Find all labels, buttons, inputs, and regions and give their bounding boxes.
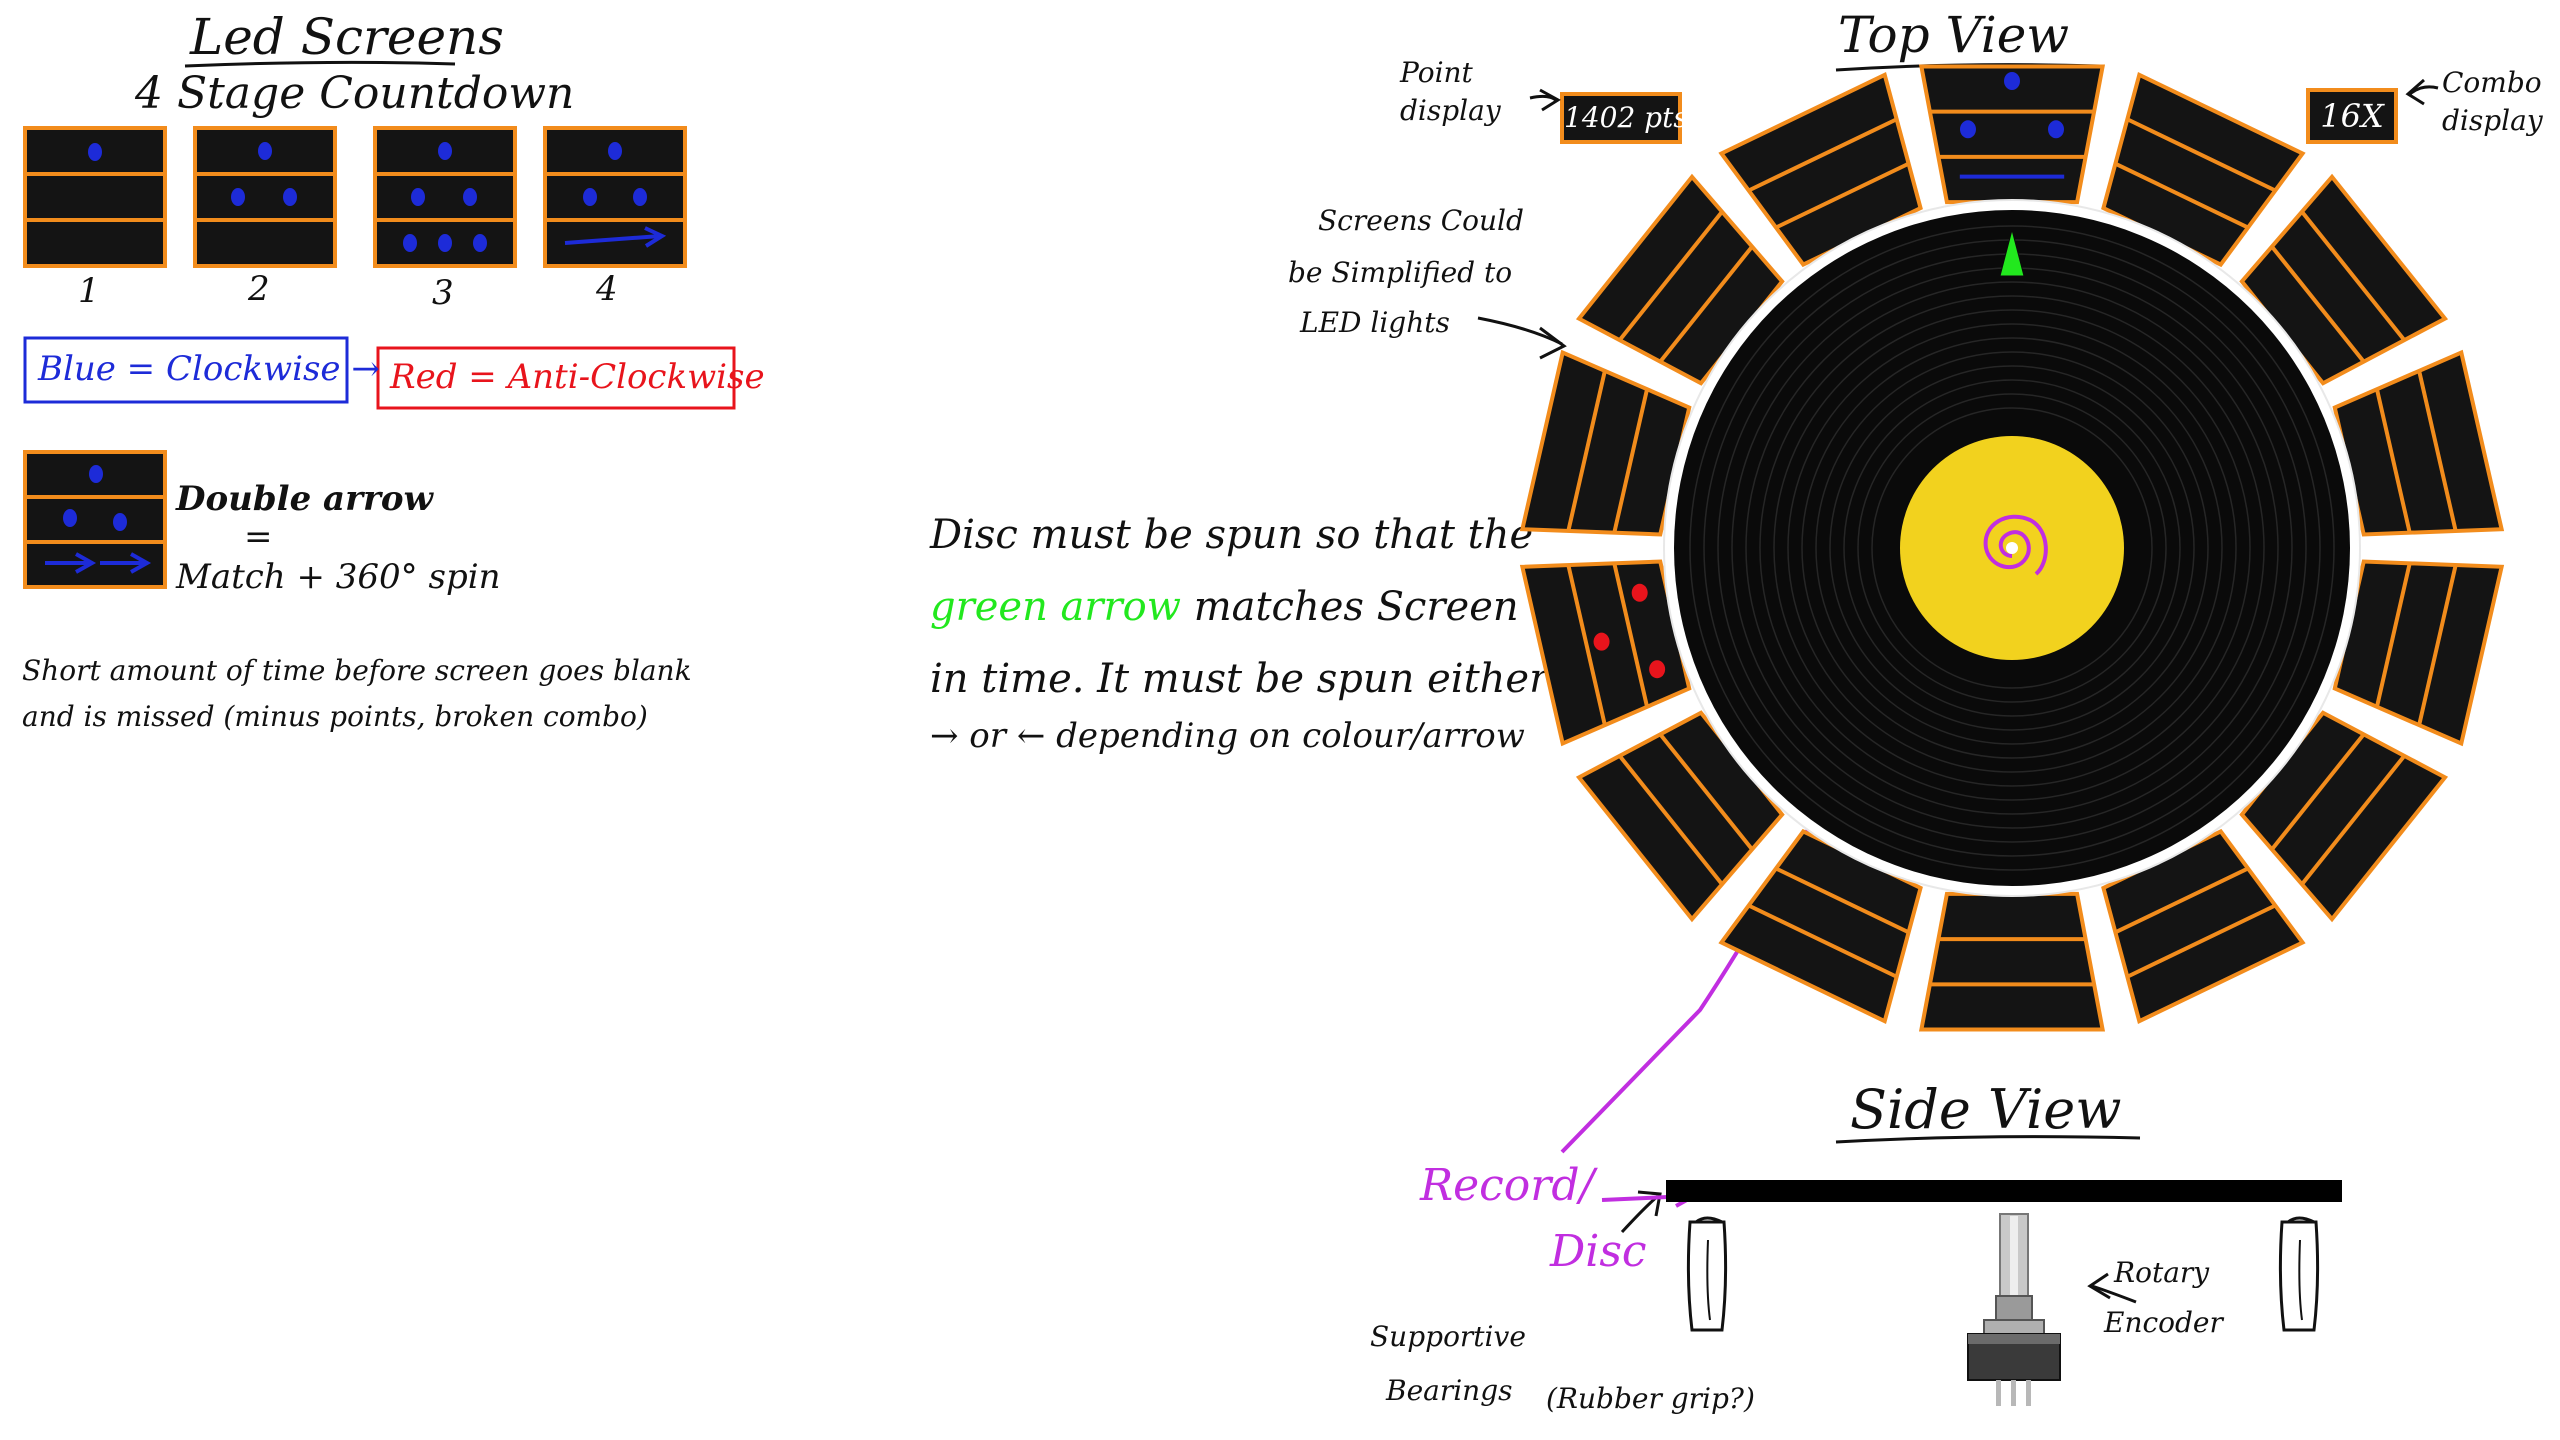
bearings-label-2: Bearings [1386, 1374, 1513, 1407]
rubber-grip-note: (Rubber grip?) [1546, 1382, 1755, 1415]
encoder-label-1: Rotary [2114, 1256, 2210, 1289]
side-record-bar [1666, 1180, 2342, 1202]
bearings-label-1: Supportive [1370, 1320, 1526, 1353]
disc-label-text: Disc [1550, 1226, 1647, 1277]
encoder-label-2: Encoder [2104, 1306, 2223, 1339]
bearing-right [2278, 1216, 2320, 1332]
bearing-left [1686, 1216, 1728, 1332]
rotary-encoder [1967, 1213, 2061, 1406]
record-label-text: Record/ [1420, 1160, 1595, 1211]
side-view-drawing [1666, 1135, 2342, 1406]
